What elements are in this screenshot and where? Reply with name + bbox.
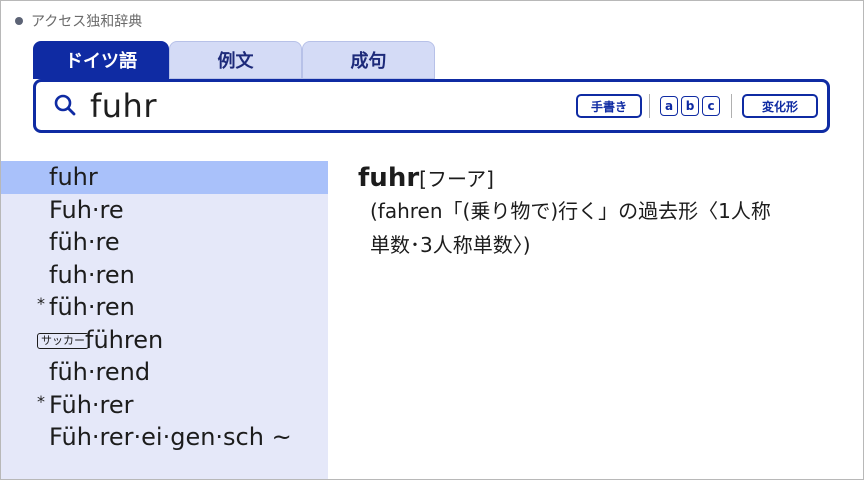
entry-panel: fuhr[フーア] (fahren「(乗り物で)行く」の過去形〈1人称 単数･3… [358, 161, 838, 261]
search-input[interactable]: fuhr [90, 87, 157, 125]
list-item-label: füh·rend [49, 358, 151, 387]
list-item[interactable]: Fuh·re [1, 194, 328, 227]
entry-definition-line: (fahren「(乗り物で)行く」の過去形〈1人称 [370, 199, 771, 223]
app-window: アクセス独和辞典 ドイツ語 例文 成句 fuhr 手書き a b c 変化形 f… [0, 0, 864, 480]
conjugation-button[interactable]: 変化形 [742, 94, 818, 118]
search-box[interactable]: fuhr 手書き a b c 変化形 [33, 79, 830, 133]
handwriting-button[interactable]: 手書き [576, 94, 642, 118]
list-item-label: fuhr [49, 163, 98, 192]
list-item[interactable]: Füh·rer·ei·gen·sch ~ [1, 421, 328, 454]
app-title: アクセス独和辞典 [31, 14, 143, 30]
abc-button[interactable]: a b c [657, 94, 723, 118]
divider [731, 94, 732, 118]
important-mark: * [37, 391, 45, 411]
tab-bar: ドイツ語 例文 成句 [33, 41, 435, 81]
list-item-label: Fuh·re [49, 195, 124, 224]
list-item-label: Füh·rer [49, 390, 134, 419]
category-badge: サッカー [37, 332, 89, 349]
list-item-label: füh·re [49, 228, 120, 257]
abc-a: a [660, 96, 678, 116]
title-bar: アクセス独和辞典 [15, 11, 142, 31]
list-item[interactable]: * füh·ren [1, 291, 328, 324]
list-item-label: Füh·rer·ei·gen·sch ~ [49, 423, 292, 452]
important-mark: * [37, 294, 45, 313]
entry-pronunciation: [フーア] [419, 167, 494, 191]
list-item[interactable]: fuh·ren [1, 259, 328, 292]
list-item[interactable]: * Füh·rer [1, 389, 328, 422]
bullet-icon [15, 17, 23, 25]
abc-c: c [702, 96, 720, 116]
abc-b: b [681, 96, 699, 116]
tab-idioms[interactable]: 成句 [302, 41, 435, 79]
list-item-label: führen [85, 325, 164, 354]
result-list: fuhr Fuh·re füh·re fuh·ren * füh·ren サッカー… [1, 161, 328, 479]
entry-headword: fuhr [358, 163, 420, 193]
list-item[interactable]: füh·rend [1, 356, 328, 389]
list-item[interactable]: füh·re [1, 226, 328, 259]
divider [649, 94, 650, 118]
tab-german[interactable]: ドイツ語 [33, 41, 169, 79]
list-item-label: fuh·ren [49, 260, 135, 289]
list-item-label: füh·ren [49, 293, 135, 322]
tab-examples[interactable]: 例文 [169, 41, 302, 79]
list-item[interactable]: fuhr [1, 161, 328, 194]
list-item[interactable]: サッカー führen [1, 324, 328, 357]
search-icon [54, 94, 76, 116]
entry-definition-line: 単数･3人称単数〉) [370, 233, 531, 257]
